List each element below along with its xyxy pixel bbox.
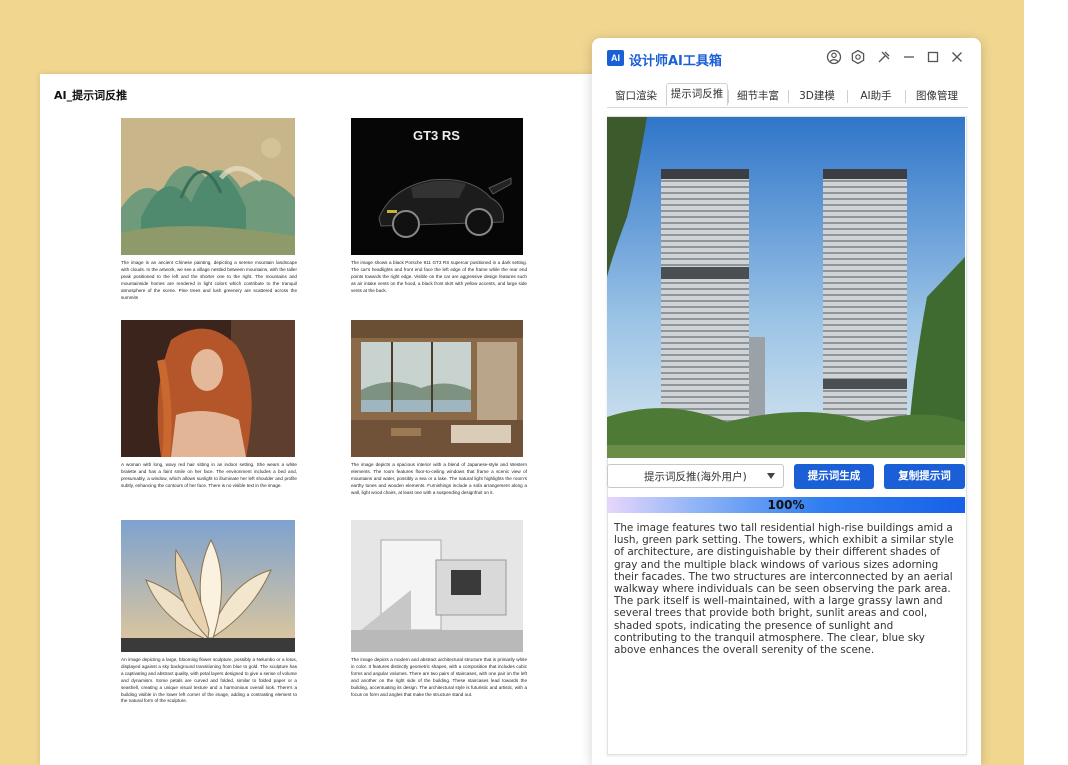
card-interior: The image depicts a spacious interior wi… [351, 320, 527, 497]
minimize-icon[interactable] [900, 48, 918, 66]
card-description: A woman with long, wavy red hair sitting… [121, 462, 297, 488]
card-chinese-painting: The image is an ancient Chinese painting… [121, 118, 297, 301]
tab-prompt-reverse[interactable]: 提示词反推 [666, 83, 728, 106]
porsche-gt3-rs-thumbnail: GT3 RS [351, 118, 523, 255]
japanese-interior-thumbnail [351, 320, 523, 457]
tab-image-manager[interactable]: 图像管理 [906, 86, 968, 106]
mode-select-value: 提示词反推(海外用户) [644, 471, 747, 483]
user-icon[interactable] [825, 48, 843, 66]
card-description: An image depicting a large, blooming flo… [121, 657, 297, 704]
tab-3d-modeling[interactable]: 3D建模 [789, 86, 845, 106]
document-page: AI_提示词反推 The image is an ancient Chinese… [40, 74, 595, 765]
result-text[interactable]: The image features two tall residential … [614, 522, 959, 656]
card-description: The image shows a black Porsche 911 GT3 … [351, 260, 527, 293]
app-title: 设计师AI工具箱 [629, 54, 722, 69]
card-sculpture: An image depicting a large, blooming flo… [121, 520, 297, 705]
card-woman: A woman with long, wavy red hair sitting… [121, 320, 297, 490]
progress-label: 100% [767, 498, 805, 512]
app-logo: AI [607, 50, 624, 66]
settings-icon[interactable] [849, 48, 867, 66]
ancient-chinese-painting-thumbnail [121, 118, 295, 255]
generate-prompt-button[interactable]: 提示词生成 [794, 464, 874, 489]
document-title: AI_提示词反推 [54, 89, 128, 102]
red-hair-woman-thumbnail [121, 320, 295, 457]
progress-bar: 100% [607, 497, 965, 513]
app-window: AI 设计师AI工具箱 窗口渲染 提示词反推 细节丰富 3D建模 AI助手 图像… [592, 38, 981, 765]
chevron-down-icon [767, 473, 775, 479]
copy-prompt-button[interactable]: 复制提示词 [884, 464, 965, 489]
flower-sculpture-thumbnail [121, 520, 295, 652]
background-strip [1024, 0, 1068, 765]
tab-window-render[interactable]: 窗口渲染 [607, 86, 665, 106]
residential-towers-photo [607, 117, 965, 458]
card-description: The image depicts a spacious interior wi… [351, 462, 527, 495]
tab-bar: 窗口渲染 提示词反推 细节丰富 3D建模 AI助手 图像管理 [607, 83, 968, 108]
gt3-badge-text: GT3 RS [413, 128, 460, 143]
close-icon[interactable] [948, 48, 966, 66]
card-description: The image depicts a modern and abstract … [351, 657, 527, 697]
card-description: The image is an ancient Chinese painting… [121, 260, 297, 300]
tab-ai-assistant[interactable]: AI助手 [848, 86, 904, 106]
mode-select[interactable]: 提示词反推(海外用户) [607, 464, 784, 488]
card-porsche: GT3 RS The image shows a black Porsche 9… [351, 118, 527, 295]
card-architecture: The image depicts a modern and abstract … [351, 520, 527, 698]
maximize-icon[interactable] [924, 48, 942, 66]
tab-detail-enrich[interactable]: 细节丰富 [729, 86, 787, 106]
pin-icon[interactable] [875, 48, 893, 66]
modern-architecture-thumbnail [351, 520, 523, 652]
